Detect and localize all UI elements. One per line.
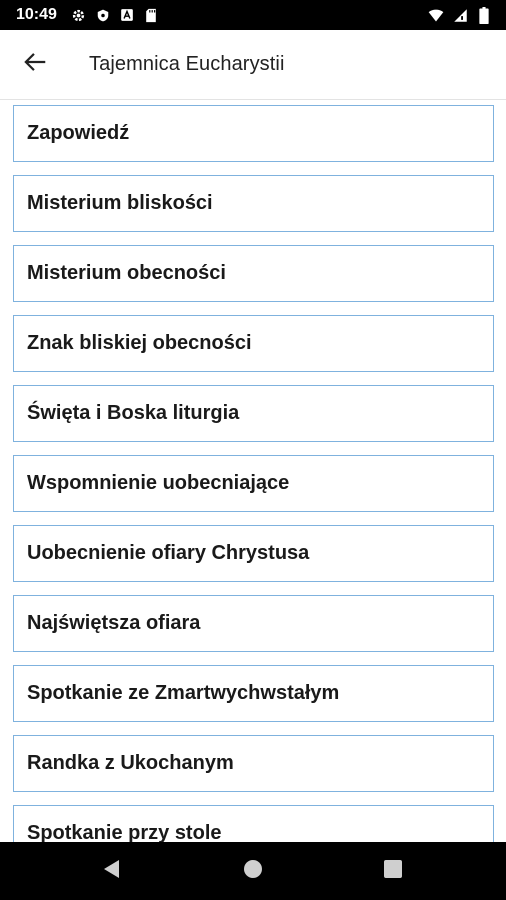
list-item-label: Zapowiedź: [27, 122, 130, 144]
arrow-left-icon: [24, 51, 46, 78]
status-icons-left: [71, 7, 159, 23]
list-item-label: Randka z Ukochanym: [27, 752, 234, 774]
list-item[interactable]: Spotkanie przy stole: [13, 805, 494, 842]
a-badge-icon: [119, 7, 135, 23]
battery-icon: [476, 6, 492, 24]
sd-card-icon: [143, 7, 159, 23]
list-item[interactable]: Misterium obecności: [13, 245, 494, 302]
list-item[interactable]: Spotkanie ze Zmartwychwstałym: [13, 665, 494, 722]
nav-back-button[interactable]: [88, 847, 136, 895]
list-item-label: Święta i Boska liturgia: [27, 402, 240, 424]
back-button[interactable]: [0, 30, 70, 100]
system-nav-bar: [0, 842, 506, 900]
list-item-label: Najświętsza ofiara: [27, 612, 201, 634]
list-item-label: Misterium bliskości: [27, 192, 213, 214]
back-triangle-icon: [102, 859, 122, 884]
list-item-label: Znak bliskiej obecności: [27, 332, 252, 354]
wifi-icon: [428, 7, 444, 23]
list-item[interactable]: Misterium bliskości: [13, 175, 494, 232]
nav-home-button[interactable]: [229, 847, 277, 895]
list-item-label: Wspomnienie uobecniające: [27, 472, 290, 494]
list-item-label: Uobecnienie ofiary Chrystusa: [27, 542, 310, 564]
signal-icon: [452, 7, 468, 23]
list-item-label: Misterium obecności: [27, 262, 226, 284]
list-item[interactable]: Najświętsza ofiara: [13, 595, 494, 652]
recents-square-icon: [384, 859, 402, 883]
home-circle-icon: [243, 859, 263, 884]
status-time: 10:49: [16, 6, 57, 23]
list-item[interactable]: Uobecnienie ofiary Chrystusa: [13, 525, 494, 582]
shield-icon: [95, 7, 111, 23]
status-icons-right: [428, 6, 492, 24]
app-bar: Tajemnica Eucharystii: [0, 30, 506, 100]
list-item[interactable]: Wspomnienie uobecniające: [13, 455, 494, 512]
status-bar: 10:49: [0, 0, 506, 30]
list-item[interactable]: Znak bliskiej obecności: [13, 315, 494, 372]
page-title: Tajemnica Eucharystii: [89, 53, 285, 75]
list-item-label: Spotkanie ze Zmartwychwstałym: [27, 682, 340, 704]
settings-icon: [71, 7, 87, 23]
list-item[interactable]: Randka z Ukochanym: [13, 735, 494, 792]
nav-recents-button[interactable]: [369, 847, 417, 895]
list-item[interactable]: Święta i Boska liturgia: [13, 385, 494, 442]
chapter-list[interactable]: Zapowiedź Misterium bliskości Misterium …: [0, 100, 506, 842]
list-item[interactable]: Zapowiedź: [13, 105, 494, 162]
list-item-label: Spotkanie przy stole: [27, 822, 222, 842]
